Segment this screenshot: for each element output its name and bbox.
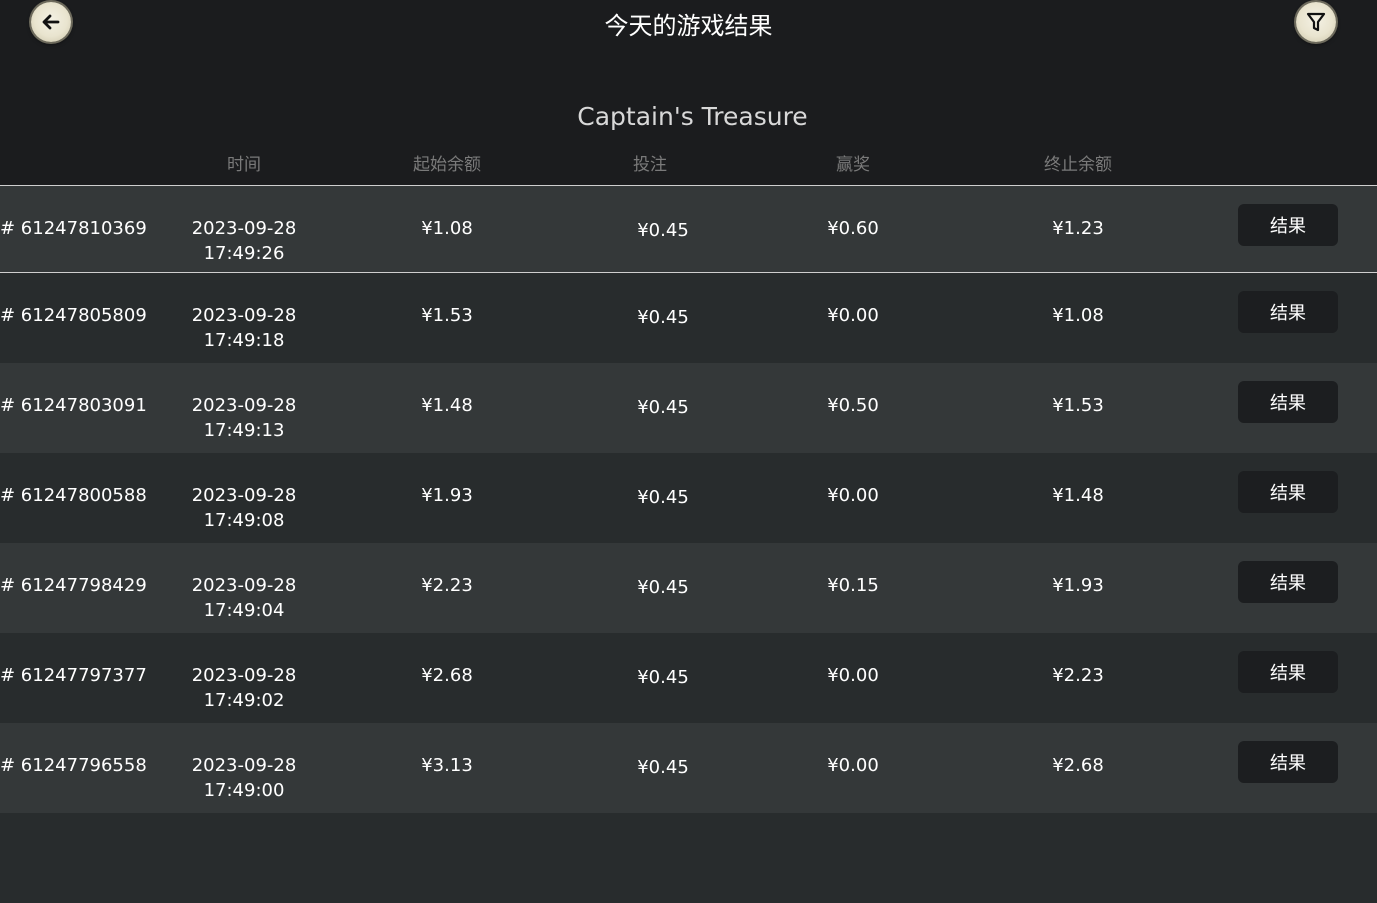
- end-balance: ¥1.08: [1052, 305, 1104, 326]
- round-date: 2023-09-28: [191, 665, 297, 686]
- start-balance: ¥2.23: [421, 575, 473, 596]
- bet-amount: ¥0.45: [637, 220, 689, 241]
- end-balance: ¥1.53: [1052, 395, 1104, 416]
- end-balance: ¥2.68: [1052, 755, 1104, 776]
- table-row: # 61247803091 2023-09-28 17:49:13 ¥1.48 ¥…: [0, 363, 1377, 453]
- bet-amount: ¥0.45: [637, 667, 689, 688]
- bet-amount: ¥0.45: [637, 577, 689, 598]
- column-header-time: 时间: [227, 155, 261, 175]
- start-balance: ¥2.68: [421, 665, 473, 686]
- end-balance: ¥1.23: [1052, 218, 1104, 239]
- round-time: 17:49:26: [203, 243, 285, 264]
- round-date: 2023-09-28: [191, 305, 297, 326]
- result-button[interactable]: 结果: [1238, 561, 1338, 603]
- round-id: # 61247800588: [0, 485, 147, 506]
- round-id: # 61247810369: [0, 218, 147, 239]
- result-button[interactable]: 结果: [1238, 651, 1338, 693]
- round-id: # 61247797377: [0, 665, 147, 686]
- start-balance: ¥1.53: [421, 305, 473, 326]
- bet-amount: ¥0.45: [637, 757, 689, 778]
- round-time: 17:49:00: [203, 780, 285, 801]
- bet-amount: ¥0.45: [637, 487, 689, 508]
- round-date: 2023-09-28: [191, 575, 297, 596]
- win-amount: ¥0.60: [827, 218, 879, 239]
- end-balance: ¥2.23: [1052, 665, 1104, 686]
- start-balance: ¥1.08: [421, 218, 473, 239]
- round-datetime: 2023-09-28 17:49:04: [164, 573, 324, 623]
- round-datetime: 2023-09-28 17:49:02: [164, 663, 324, 713]
- result-button[interactable]: 结果: [1238, 471, 1338, 513]
- column-header-end-balance: 终止余额: [1044, 155, 1112, 175]
- result-button[interactable]: 结果: [1238, 291, 1338, 333]
- bet-amount: ¥0.45: [637, 307, 689, 328]
- bet-amount: ¥0.45: [637, 397, 689, 418]
- round-date: 2023-09-28: [191, 218, 297, 239]
- round-time: 17:49:02: [203, 690, 285, 711]
- round-id: # 61247803091: [0, 395, 147, 416]
- start-balance: ¥3.13: [421, 755, 473, 776]
- round-id: # 61247798429: [0, 575, 147, 596]
- win-amount: ¥0.00: [827, 485, 879, 506]
- round-time: 17:49:18: [203, 330, 285, 351]
- table-row: # 61247810369 2023-09-28 17:49:26 ¥1.08 ¥…: [0, 186, 1377, 273]
- table-row: # 61247798429 2023-09-28 17:49:04 ¥2.23 ¥…: [0, 543, 1377, 633]
- win-amount: ¥0.00: [827, 305, 879, 326]
- top-bar: 今天的游戏结果: [0, 0, 1377, 50]
- round-id: # 61247805809: [0, 305, 147, 326]
- round-time: 17:49:08: [203, 510, 285, 531]
- start-balance: ¥1.48: [421, 395, 473, 416]
- win-amount: ¥0.00: [827, 755, 879, 776]
- win-amount: ¥0.15: [827, 575, 879, 596]
- round-date: 2023-09-28: [191, 485, 297, 506]
- round-datetime: 2023-09-28 17:49:26: [164, 216, 324, 266]
- round-datetime: 2023-09-28 17:49:18: [164, 303, 324, 353]
- column-header-win: 赢奖: [836, 155, 870, 175]
- end-balance: ¥1.48: [1052, 485, 1104, 506]
- round-date: 2023-09-28: [191, 755, 297, 776]
- column-header-bet: 投注: [633, 155, 667, 175]
- page-title: 今天的游戏结果: [604, 12, 773, 40]
- table-row: # 61247796558 2023-09-28 17:49:00 ¥3.13 ¥…: [0, 723, 1377, 813]
- round-datetime: 2023-09-28 17:49:00: [164, 753, 324, 803]
- end-balance: ¥1.93: [1052, 575, 1104, 596]
- result-button[interactable]: 结果: [1238, 741, 1338, 783]
- table-row: # 61247800588 2023-09-28 17:49:08 ¥1.93 ¥…: [0, 453, 1377, 543]
- round-time: 17:49:13: [203, 420, 285, 441]
- win-amount: ¥0.00: [827, 665, 879, 686]
- filter-funnel-icon: [1306, 12, 1326, 32]
- filter-button[interactable]: [1296, 2, 1336, 42]
- win-amount: ¥0.50: [827, 395, 879, 416]
- result-button[interactable]: 结果: [1238, 204, 1338, 246]
- result-button[interactable]: 结果: [1238, 381, 1338, 423]
- table-row: # 61247797377 2023-09-28 17:49:02 ¥2.68 ¥…: [0, 633, 1377, 723]
- round-datetime: 2023-09-28 17:49:08: [164, 483, 324, 533]
- round-date: 2023-09-28: [191, 395, 297, 416]
- column-header-start-balance: 起始余额: [413, 155, 481, 175]
- round-id: # 61247796558: [0, 755, 147, 776]
- game-title: Captain's Treasure: [577, 102, 808, 131]
- table-row: # 61247805809 2023-09-28 17:49:18 ¥1.53 ¥…: [0, 273, 1377, 363]
- round-time: 17:49:04: [203, 600, 285, 621]
- results-table: # 61247810369 2023-09-28 17:49:26 ¥1.08 ¥…: [0, 186, 1377, 903]
- table-row-partial: [0, 813, 1377, 903]
- start-balance: ¥1.93: [421, 485, 473, 506]
- round-datetime: 2023-09-28 17:49:13: [164, 393, 324, 443]
